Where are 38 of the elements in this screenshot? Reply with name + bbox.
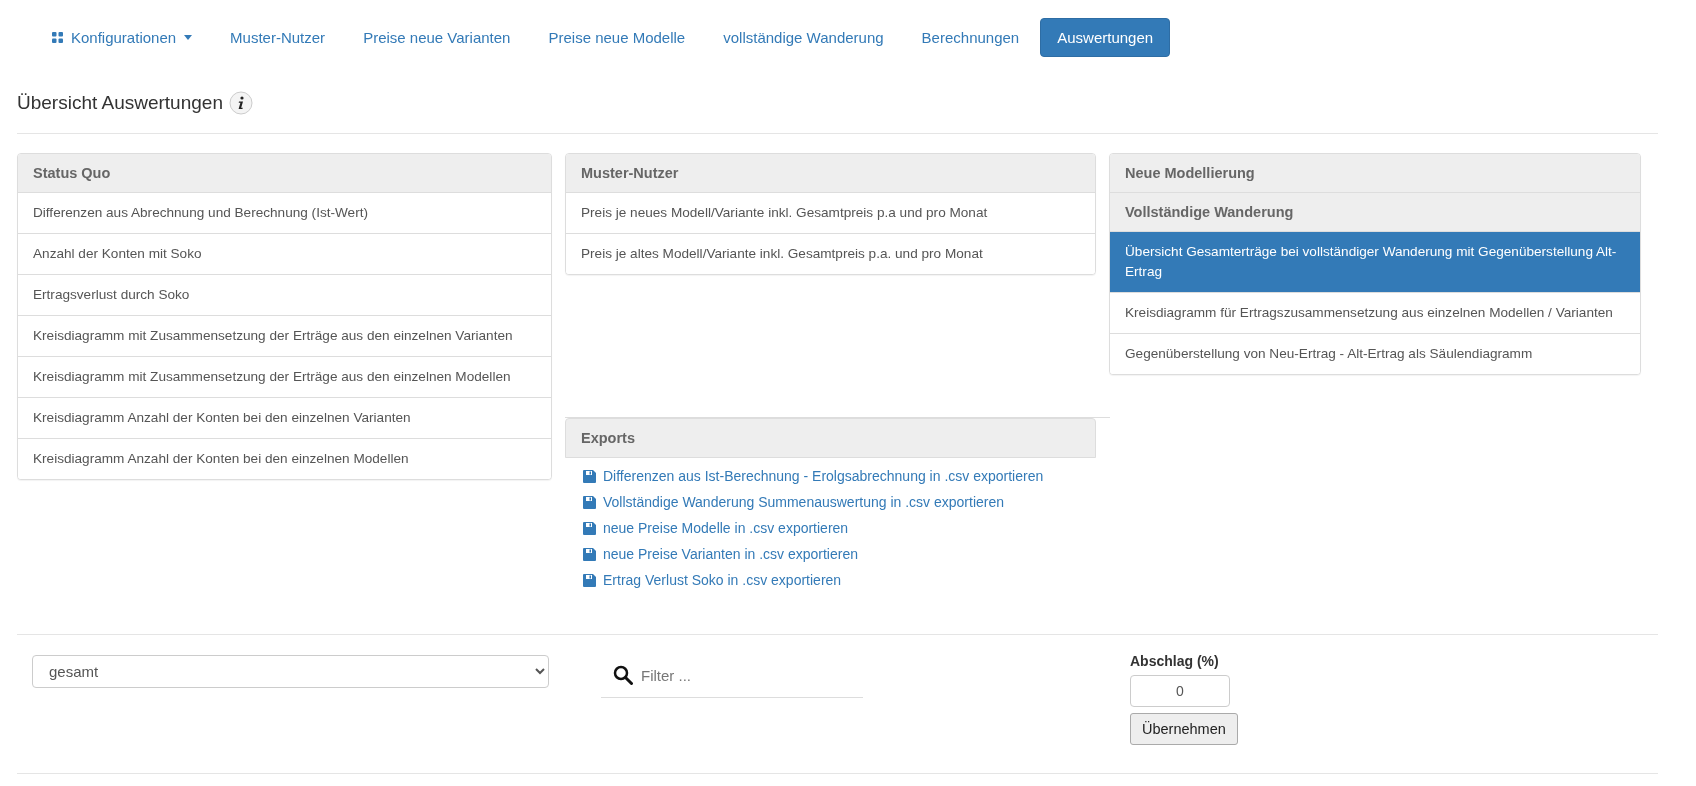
apply-button[interactable]: Übernehmen: [1130, 713, 1238, 745]
grid-icon: [52, 32, 63, 43]
list-item[interactable]: Kreisdiagramm Anzahl der Konten bei den einzelnen Varianten: [18, 397, 551, 438]
nav-tab[interactable]: Preise neue Modelle: [531, 18, 703, 57]
search-icon: [613, 665, 633, 685]
list-item[interactable]: Ertragsverlust durch Soko: [18, 274, 551, 315]
list-item[interactable]: Kreisdiagramm Anzahl der Konten bei den einzelnen Modellen: [18, 438, 551, 479]
list-item[interactable]: Preis je neues Modell/Variante inkl. Gesamtpreis p.a und pro Monat: [566, 193, 1095, 233]
caret-icon: [184, 35, 193, 40]
export-link[interactable]: Differenzen aus Ist-Berechnung - Erolgsabrechnung in .csv exportieren: [603, 468, 1044, 484]
export-link[interactable]: Vollständige Wanderung Summenauswertung in .csv exportieren: [603, 494, 1005, 510]
info-icon[interactable]: [228, 91, 253, 115]
list-item[interactable]: Kreisdiagramm mit Zusammensetzung der Erträge aus den einzelnen Varianten: [18, 315, 551, 356]
nav-tab[interactable]: vollständige Wanderung: [706, 18, 901, 57]
dropdown-menu-toggle[interactable]: Konfigurationen: [35, 18, 210, 57]
scope-select[interactable]: gesamt: [32, 655, 549, 688]
list-item[interactable]: Gegenüberstellung von Neu-Ertrag - Alt-Ertrag als Säulendiagramm: [1110, 333, 1640, 374]
nav-tab[interactable]: Berechnungen: [904, 18, 1037, 57]
list-item[interactable]: Kreisdiagramm mit Zusammensetzung der Erträge aus den einzelnen Modellen: [18, 356, 551, 397]
export-link[interactable]: neue Preise Modelle in .csv exportieren: [603, 520, 849, 536]
panel-heading: Status Quo: [18, 154, 551, 193]
panel-heading: Vollständige Wanderung: [1110, 193, 1640, 232]
list-item[interactable]: Übersicht Gesamterträge bei vollständiger Wanderung mit Gegenüberstellung Alt-Ertrag: [1110, 232, 1640, 292]
nav-tab[interactable]: Muster-Nutzer: [213, 18, 343, 57]
panel-heading: Exports: [565, 418, 1096, 458]
list-item[interactable]: Anzahl der Konten mit Soko: [18, 233, 551, 274]
nav-tab[interactable]: Auswertungen: [1040, 18, 1171, 57]
list-item[interactable]: Preis je altes Modell/Variante inkl. Gesamtpreis p.a. und pro Monat: [566, 233, 1095, 274]
panel-heading: Muster-Nutzer: [566, 154, 1095, 193]
page-title: Übersicht Auswertungen: [17, 92, 223, 114]
list-item[interactable]: Kreisdiagramm für Ertragszusammensetzung aus einzelnen Modellen / Varianten: [1110, 292, 1640, 333]
panel-heading: Neue Modellierung: [1110, 154, 1640, 193]
discount-field[interactable]: 0: [1130, 675, 1230, 707]
export-link[interactable]: neue Preise Varianten in .csv exportieren: [603, 546, 858, 562]
field-label: Abschlag (%): [1130, 653, 1219, 669]
export-link[interactable]: Ertrag Verlust Soko in .csv exportieren: [603, 572, 842, 588]
list-item[interactable]: Differenzen aus Abrechnung und Berechnung (Ist-Wert): [18, 193, 551, 233]
nav-tab[interactable]: Preise neue Varianten: [346, 18, 528, 57]
